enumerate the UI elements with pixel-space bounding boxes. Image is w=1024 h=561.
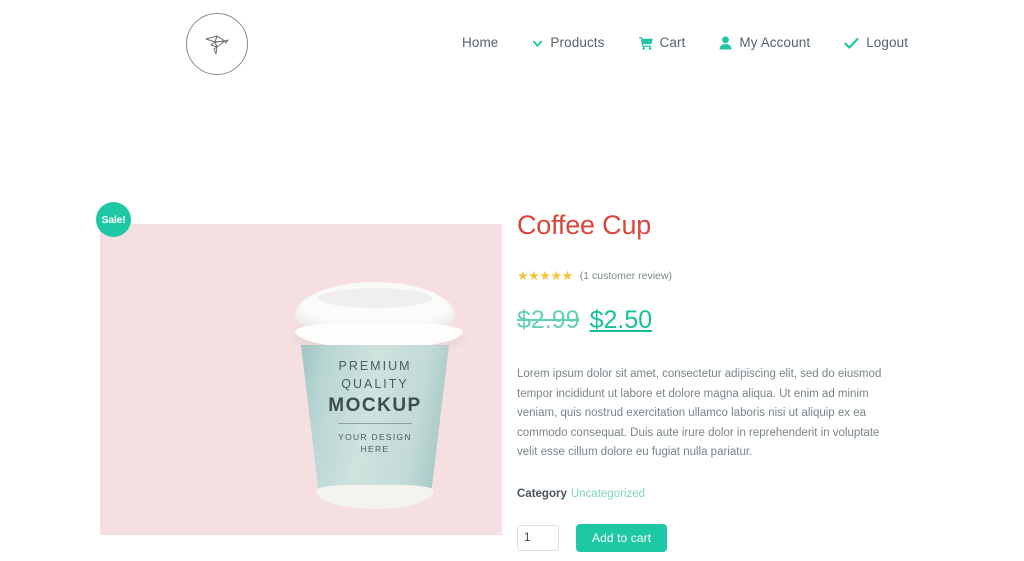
user-icon [719, 36, 732, 50]
product-summary: Coffee Cup ★★★★★ (1 customer review) $2.… [517, 208, 917, 552]
nav-item-home[interactable]: Home [445, 30, 515, 56]
add-to-cart-button[interactable]: Add to cart [576, 523, 668, 552]
site-logo[interactable] [186, 13, 248, 75]
shopping-cart-icon [638, 36, 653, 50]
nav-item-label: Products [550, 35, 605, 50]
cup-text-line-3: MOCKUP [328, 395, 422, 416]
nav-item-label: My Account [739, 35, 811, 50]
add-to-cart-form: Add to cart [517, 523, 917, 552]
nav-item-my-account[interactable]: My Account [702, 30, 827, 56]
category-row: Category Uncategorized [517, 488, 917, 500]
star-rating-icon: ★★★★★ [517, 268, 573, 283]
site-header: Home Products Cart My Account Logout [0, 0, 1024, 88]
main-navigation: Home Products Cart My Account Logout [445, 30, 925, 56]
nav-item-label: Logout [866, 35, 909, 50]
cup-rim [295, 322, 463, 348]
cup-text-line-1: PREMIUM [338, 359, 412, 373]
category-value-link[interactable]: Uncategorized [571, 488, 645, 500]
price-row: $2.99 $2.50 [517, 306, 917, 335]
customer-review-link[interactable]: (1 customer review) [580, 270, 672, 282]
quantity-input[interactable] [517, 524, 559, 551]
sale-price: $2.50 [589, 306, 653, 334]
product-gallery: Sale! PREMIUM QUALITY MOCKUP YOUR DESIGN… [96, 202, 502, 535]
sale-badge: Sale! [96, 202, 131, 237]
product-description: Lorem ipsum dolor sit amet, consectetur … [517, 368, 882, 458]
cup-base [316, 485, 434, 509]
nav-item-label: Home [462, 35, 499, 50]
original-price: $2.99 [517, 306, 580, 334]
cup-print-text: PREMIUM QUALITY MOCKUP YOUR DESIGN HERE [301, 357, 449, 455]
cup-body: PREMIUM QUALITY MOCKUP YOUR DESIGN HERE [301, 345, 449, 493]
nav-item-logout[interactable]: Logout [827, 30, 925, 56]
product-image[interactable]: PREMIUM QUALITY MOCKUP YOUR DESIGN HERE [100, 224, 502, 535]
rating-row: ★★★★★ (1 customer review) [517, 269, 917, 282]
chevron-down-icon [532, 38, 543, 49]
cup-text-divider [338, 423, 412, 424]
cup-text-line-2: QUALITY [341, 377, 409, 391]
nav-item-cart[interactable]: Cart [622, 30, 703, 56]
coffee-cup-illustration: PREMIUM QUALITY MOCKUP YOUR DESIGN HERE [295, 282, 463, 509]
cup-text-line-5: HERE [360, 444, 390, 454]
nav-item-label: Cart [659, 35, 686, 50]
check-icon [844, 37, 859, 50]
cup-text-line-4: YOUR DESIGN [338, 432, 412, 442]
category-label: Category [517, 487, 567, 500]
origami-bird-logo-icon [200, 27, 234, 61]
page-title: Coffee Cup [517, 210, 652, 240]
nav-item-products[interactable]: Products [515, 30, 621, 56]
